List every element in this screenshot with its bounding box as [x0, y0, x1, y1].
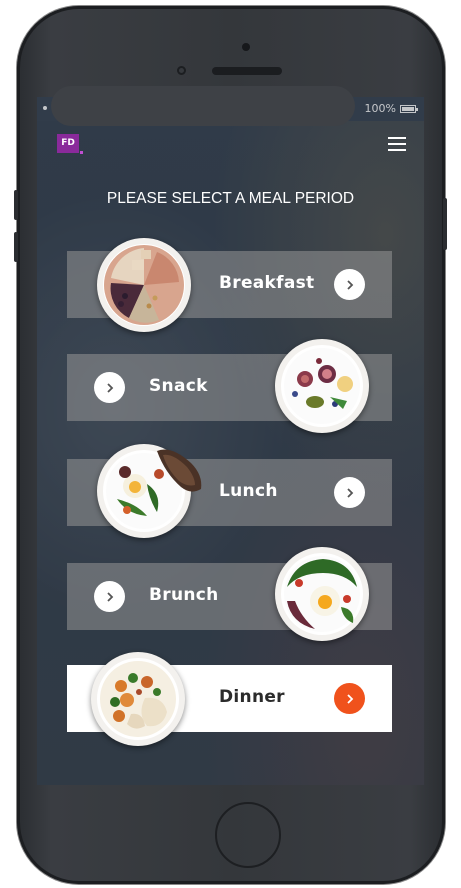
meal-label: Brunch [149, 585, 219, 605]
battery-icon [400, 105, 418, 113]
battery-percentage: 100% [364, 102, 396, 115]
proximity-sensor [177, 66, 186, 75]
power-button [443, 198, 447, 250]
chevron-right-icon[interactable] [334, 683, 365, 714]
signal-icon [43, 106, 47, 110]
home-button[interactable] [215, 802, 281, 868]
brunch-plate-image [275, 547, 369, 641]
app-logo[interactable]: FD [57, 134, 79, 153]
page-title: PLEASE SELECT A MEAL PERIOD [106, 190, 355, 207]
app-screen: 100% FD PLEASE SELECT A MEAL PERIOD Brea… [37, 97, 424, 785]
logo-accent [80, 151, 83, 154]
bread-slice-image [157, 449, 202, 492]
meal-label: Lunch [219, 481, 278, 501]
meal-label: Dinner [219, 687, 285, 707]
volume-up-button [14, 190, 18, 220]
chevron-right-icon[interactable] [94, 372, 125, 403]
breakfast-plate-image [97, 238, 191, 332]
chevron-right-icon[interactable] [334, 269, 365, 300]
snack-plate-image [275, 339, 369, 433]
meal-label: Snack [149, 376, 208, 396]
hamburger-menu-icon[interactable] [388, 137, 406, 151]
front-camera [242, 43, 250, 51]
chevron-right-icon[interactable] [334, 477, 365, 508]
notch [51, 86, 355, 126]
meal-label: Breakfast [219, 273, 315, 293]
dinner-plate-image [91, 652, 185, 746]
chevron-right-icon[interactable] [94, 581, 125, 612]
earpiece-speaker [212, 67, 282, 75]
volume-down-button [14, 232, 18, 262]
